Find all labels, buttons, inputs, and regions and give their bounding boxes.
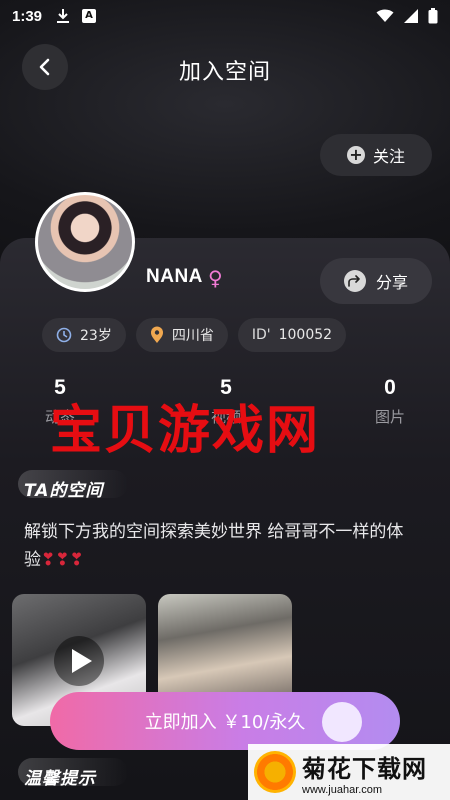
follow-button[interactable]: + 关注 [320,134,432,176]
flower-logo-icon [254,751,296,793]
play-button[interactable] [54,636,104,686]
clock-icon [56,327,72,343]
site-logo-text: 菊花下载网 www.juahar.com [302,749,427,796]
watermark-text: 宝贝游戏网 [50,401,321,461]
site-logo-badge: 菊花下载网 www.juahar.com [248,744,450,800]
share-button[interactable]: 分享 [320,258,432,304]
female-icon: ♀ [208,266,223,290]
status-left-icons: A [56,8,97,24]
battery-icon [428,8,438,24]
gamepad-mascot-icon [322,702,362,742]
site-name: 菊花下载网 [302,754,427,783]
id-chip: ID' 100052 [237,318,347,352]
status-right-icons [376,8,438,24]
plus-icon: + [346,146,365,164]
status-time: 1:39 [12,7,43,25]
download-icon [57,9,70,23]
age-value: 23岁 [80,328,112,344]
signal-icon [404,9,418,23]
share-label: 分享 [375,273,408,292]
site-url: www.juahar.com [302,783,383,796]
stat-label: 图片 [374,408,405,426]
avatar[interactable] [35,192,135,292]
status-bar: 1:39 A [0,0,450,32]
stat-value: 0 [384,376,396,399]
wifi-icon [376,9,394,22]
play-icon [71,649,92,673]
location-pin-icon [150,326,163,343]
id-value: 100052 [278,327,333,343]
profile-info-chips: 23岁 四川省 ID' 100052 [42,318,347,352]
age-chip: 23岁 [42,318,126,352]
location-value: 四川省 [171,328,214,344]
notice-section-title: 温馨提示 [24,769,96,789]
app-badge-icon: A [82,9,97,23]
page-title: 加入空间 [178,60,271,85]
stat-images[interactable]: 0 图片 [360,376,420,427]
username: NANA [146,266,203,287]
follow-label: 关注 [372,147,405,166]
space-description: 解锁下方我的空间探索美妙世界 给哥哥不一样的体验❣❣❣ [24,518,424,574]
location-chip: 四川省 [135,318,228,352]
id-label: ID' [251,327,271,343]
share-icon [343,270,366,292]
hearts-emoji: ❣❣❣ [41,550,84,570]
space-section-title: TA的空间 [24,481,104,501]
